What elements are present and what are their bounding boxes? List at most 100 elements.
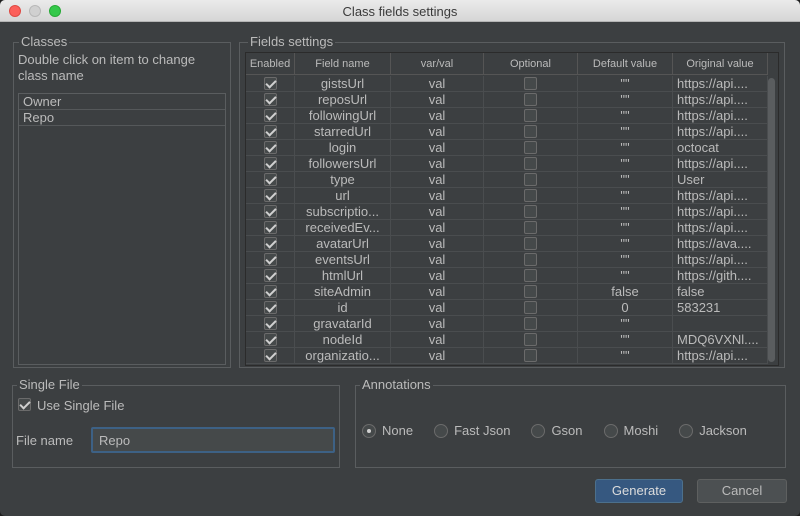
optional-checkbox[interactable] [524,173,537,187]
default-value-cell[interactable]: "" [578,124,673,139]
table-row[interactable]: type val "" User [246,172,768,188]
default-value-cell[interactable]: false [578,284,673,299]
default-value-cell[interactable]: "" [578,348,673,363]
table-row[interactable]: htmlUrl val "" https://gith.... [246,268,768,284]
optional-checkbox[interactable] [524,157,537,171]
table-row[interactable]: reposUrl val "" https://api.... [246,92,768,108]
cancel-button[interactable]: Cancel [697,479,787,503]
optional-checkbox[interactable] [524,189,537,203]
field-name-cell[interactable]: htmlUrl [295,268,391,283]
annotation-option-moshi[interactable]: Moshi [603,423,658,438]
optional-checkbox[interactable] [524,205,537,219]
radio-moshi[interactable] [603,423,618,438]
table-row[interactable]: url val "" https://api.... [246,188,768,204]
enabled-checkbox[interactable] [263,205,277,219]
table-row[interactable]: organizatio... val "" https://api.... [246,348,768,364]
field-name-cell[interactable]: followingUrl [295,108,391,123]
default-value-cell[interactable]: "" [578,188,673,203]
classes-list[interactable]: Owner Repo [18,93,226,365]
optional-checkbox[interactable] [524,93,537,107]
default-value-cell[interactable]: 0 [578,300,673,315]
optional-checkbox[interactable] [524,285,537,299]
default-value-cell[interactable]: "" [578,316,673,331]
default-value-cell[interactable]: "" [578,76,673,91]
annotation-option-none[interactable]: None [362,423,413,438]
var-val-cell[interactable]: val [391,204,484,219]
column-header-optional[interactable]: Optional [484,53,578,75]
optional-checkbox[interactable] [524,269,537,283]
var-val-cell[interactable]: val [391,92,484,107]
var-val-cell[interactable]: val [391,316,484,331]
var-val-cell[interactable]: val [391,220,484,235]
var-val-cell[interactable]: val [391,332,484,347]
table-row[interactable]: gistsUrl val "" https://api.... [246,76,768,92]
field-name-cell[interactable]: url [295,188,391,203]
table-row[interactable]: subscriptio... val "" https://api.... [246,204,768,220]
enabled-checkbox[interactable] [263,269,277,283]
field-name-cell[interactable]: type [295,172,391,187]
optional-checkbox[interactable] [524,141,537,155]
var-val-cell[interactable]: val [391,268,484,283]
field-name-cell[interactable]: subscriptio... [295,204,391,219]
table-row[interactable]: eventsUrl val "" https://api.... [246,252,768,268]
enabled-checkbox[interactable] [263,173,277,187]
field-name-cell[interactable]: starredUrl [295,124,391,139]
default-value-cell[interactable]: "" [578,140,673,155]
enabled-checkbox[interactable] [263,333,277,347]
table-row[interactable]: starredUrl val "" https://api.... [246,124,768,140]
enabled-checkbox[interactable] [263,125,277,139]
enabled-checkbox[interactable] [263,317,277,331]
var-val-cell[interactable]: val [391,124,484,139]
enabled-checkbox[interactable] [263,93,277,107]
optional-checkbox[interactable] [524,253,537,267]
field-name-cell[interactable]: login [295,140,391,155]
class-item-repo[interactable]: Repo [19,110,225,126]
column-header-field-name[interactable]: Field name [295,53,391,75]
var-val-cell[interactable]: val [391,172,484,187]
default-value-cell[interactable]: "" [578,92,673,107]
annotation-option-gson[interactable]: Gson [531,423,583,438]
var-val-cell[interactable]: val [391,156,484,171]
field-name-cell[interactable]: gravatarId [295,316,391,331]
optional-checkbox[interactable] [524,221,537,235]
optional-checkbox[interactable] [524,301,537,315]
optional-checkbox[interactable] [524,349,537,363]
table-row[interactable]: avatarUrl val "" https://ava.... [246,236,768,252]
var-val-cell[interactable]: val [391,236,484,251]
var-val-cell[interactable]: val [391,108,484,123]
column-header-var-val[interactable]: var/val [391,53,484,75]
optional-checkbox[interactable] [524,333,537,347]
field-name-cell[interactable]: siteAdmin [295,284,391,299]
table-row[interactable]: followersUrl val "" https://api.... [246,156,768,172]
enabled-checkbox[interactable] [263,301,277,315]
radio-none[interactable] [362,423,376,438]
enabled-checkbox[interactable] [263,189,277,203]
field-name-cell[interactable]: nodeId [295,332,391,347]
annotation-option-jackson[interactable]: Jackson [679,423,747,438]
field-name-cell[interactable]: followersUrl [295,156,391,171]
field-name-cell[interactable]: gistsUrl [295,76,391,91]
field-name-cell[interactable]: reposUrl [295,92,391,107]
optional-checkbox[interactable] [524,109,537,123]
table-row[interactable]: id val 0 583231 [246,300,768,316]
generate-button[interactable]: Generate [595,479,683,503]
radio-fast-json[interactable] [434,423,449,438]
table-row[interactable]: login val "" octocat [246,140,768,156]
default-value-cell[interactable]: "" [578,268,673,283]
radio-gson[interactable] [531,423,546,438]
use-single-file-option[interactable]: Use Single File [18,398,124,413]
default-value-cell[interactable]: "" [578,204,673,219]
field-name-cell[interactable]: receivedEv... [295,220,391,235]
field-name-cell[interactable]: avatarUrl [295,236,391,251]
enabled-checkbox[interactable] [263,77,277,91]
var-val-cell[interactable]: val [391,76,484,91]
enabled-checkbox[interactable] [263,285,277,299]
var-val-cell[interactable]: val [391,140,484,155]
field-name-cell[interactable]: organizatio... [295,348,391,363]
field-name-cell[interactable]: eventsUrl [295,252,391,267]
var-val-cell[interactable]: val [391,284,484,299]
class-item-owner[interactable]: Owner [19,94,225,110]
table-row[interactable]: siteAdmin val false false [246,284,768,300]
enabled-checkbox[interactable] [263,237,277,251]
var-val-cell[interactable]: val [391,348,484,363]
